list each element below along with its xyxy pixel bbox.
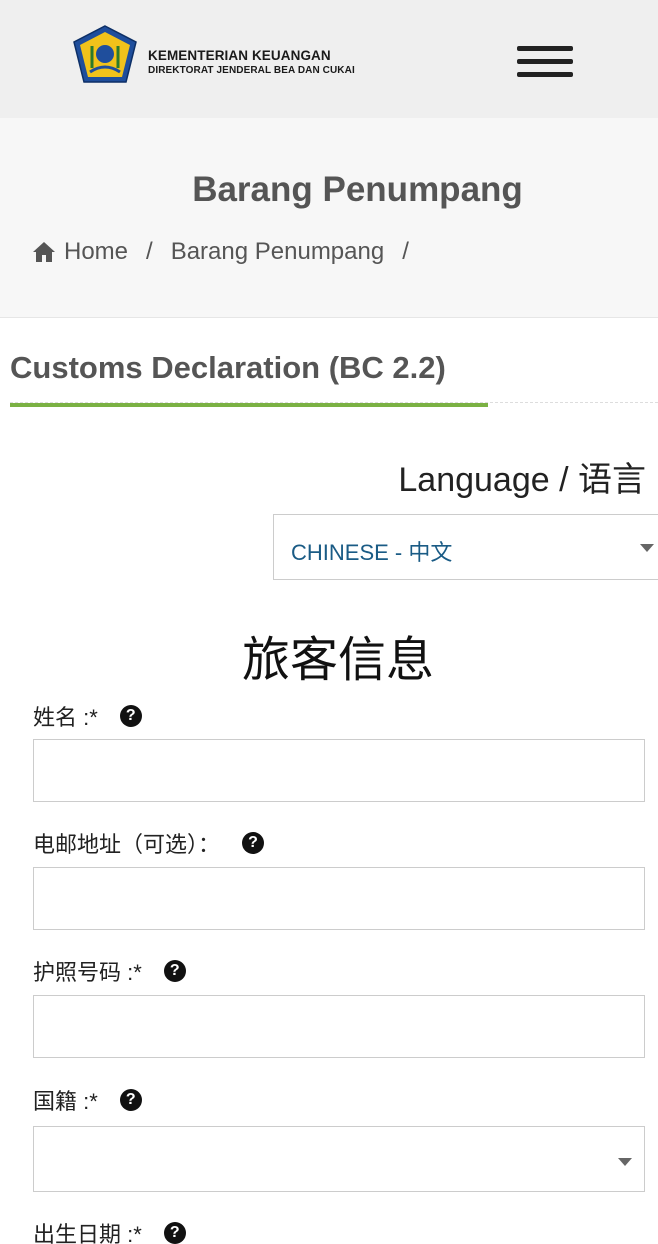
help-icon[interactable]: ? <box>163 1222 186 1244</box>
name-field[interactable] <box>34 740 644 801</box>
language-select[interactable]: CHINESE - 中文 <box>273 514 658 580</box>
page-header: Barang Penumpang Home / Barang Penumpang… <box>0 118 658 318</box>
field-label-text: 国籍 :* <box>33 1089 98 1114</box>
field-label-text: 护照号码 :* <box>33 960 142 985</box>
field-label-birthdate: 出生日期 :* ? <box>33 1217 186 1244</box>
passport-field[interactable] <box>34 996 644 1057</box>
page-title: Barang Penumpang <box>192 170 523 209</box>
language-selected-value: CHINESE - 中文 <box>291 540 453 565</box>
nationality-select[interactable] <box>33 1126 645 1192</box>
chevron-down-icon <box>640 544 654 552</box>
breadcrumb-separator: / <box>146 238 153 265</box>
email-input[interactable] <box>33 867 645 930</box>
org-subname: DIREKTORAT JENDERAL BEA DAN CUKAI <box>148 65 355 76</box>
help-icon[interactable]: ? <box>163 960 186 982</box>
field-label-text: 姓名 :* <box>33 705 98 730</box>
home-icon[interactable] <box>32 241 56 263</box>
field-label-name: 姓名 :* ? <box>33 700 142 732</box>
help-icon[interactable]: ? <box>119 1089 142 1111</box>
breadcrumb: Home / Barang Penumpang / <box>32 238 427 266</box>
passport-input[interactable] <box>33 995 645 1058</box>
breadcrumb-separator: / <box>402 238 409 265</box>
top-navbar: KEMENTERIAN KEUANGAN DIREKTORAT JENDERAL… <box>0 0 658 118</box>
field-label-passport: 护照号码 :* ? <box>33 955 186 987</box>
hamburger-menu-icon[interactable] <box>515 44 575 80</box>
section-title: Customs Declaration (BC 2.2) <box>10 350 446 385</box>
language-label: Language / 语言 <box>398 461 646 499</box>
help-icon[interactable]: ? <box>242 832 265 854</box>
chevron-down-icon <box>618 1158 632 1166</box>
field-label-email: 电邮地址（可选）： ? <box>33 827 265 859</box>
breadcrumb-current[interactable]: Barang Penumpang <box>171 238 385 266</box>
section-accent-bar <box>10 403 488 407</box>
name-input[interactable] <box>33 739 645 802</box>
form-heading: 旅客信息 <box>241 634 434 687</box>
org-name: KEMENTERIAN KEUANGAN <box>148 48 331 63</box>
breadcrumb-home-link[interactable]: Home <box>64 238 128 266</box>
email-field[interactable] <box>34 868 644 929</box>
help-icon[interactable]: ? <box>119 705 142 727</box>
field-label-text: 出生日期 :* <box>33 1222 142 1244</box>
field-label-nationality: 国籍 :* ? <box>33 1084 142 1116</box>
brand-text: KEMENTERIAN KEUANGAN DIREKTORAT JENDERAL… <box>148 48 355 77</box>
ministry-emblem-icon[interactable] <box>70 24 140 84</box>
field-label-text: 电邮地址（可选）： <box>33 832 221 857</box>
